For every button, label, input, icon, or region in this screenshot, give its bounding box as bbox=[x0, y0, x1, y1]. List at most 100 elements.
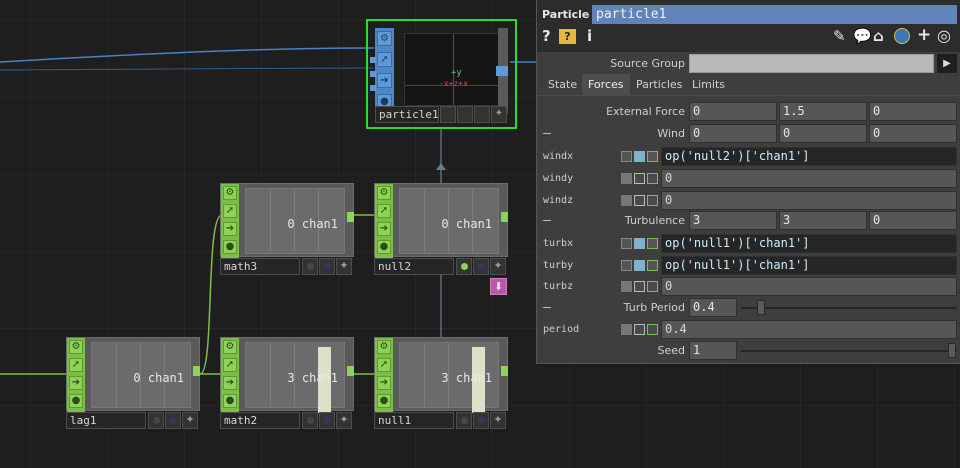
lock-icon[interactable]: ● bbox=[377, 240, 391, 254]
lock-icon[interactable]: ● bbox=[69, 394, 83, 408]
export-marker-icon[interactable] bbox=[621, 151, 632, 162]
pin-icon[interactable]: ➚ bbox=[377, 52, 392, 67]
output-connector[interactable] bbox=[193, 366, 200, 376]
export-marker-icon[interactable] bbox=[621, 195, 632, 206]
expression-mode-icon[interactable] bbox=[634, 260, 645, 271]
gear-icon[interactable]: ⚙ bbox=[377, 186, 391, 200]
seed-slider-knob[interactable] bbox=[948, 343, 956, 358]
seed-slider[interactable] bbox=[741, 350, 957, 352]
constant-mode-icon[interactable] bbox=[634, 281, 645, 292]
node-name[interactable]: particle1 bbox=[375, 106, 439, 123]
input-connector[interactable] bbox=[370, 85, 376, 91]
bind-mode-icon[interactable] bbox=[647, 260, 658, 271]
turbx-expression[interactable]: op('null1')['chan1'] bbox=[661, 234, 957, 253]
pin-icon[interactable]: ➚ bbox=[377, 358, 391, 372]
lock-flag[interactable] bbox=[319, 258, 335, 275]
bind-mode-icon[interactable] bbox=[647, 173, 658, 184]
null1-node[interactable]: ⚙ ➚ ➔ ● 3 chan1 null1 ✦ bbox=[374, 337, 508, 429]
turbulence-z[interactable]: 0 bbox=[869, 211, 957, 230]
bind-mode-icon[interactable] bbox=[647, 281, 658, 292]
info-icon[interactable]: i bbox=[587, 27, 592, 45]
export-marker-icon[interactable] bbox=[621, 324, 632, 335]
particle-node[interactable]: ⚙ ➚ ➔ ● +y -x+z+x particle1 ✦ bbox=[366, 19, 517, 129]
output-connector[interactable] bbox=[501, 366, 508, 376]
help-icon[interactable]: ? bbox=[542, 27, 551, 45]
input-connector[interactable] bbox=[370, 71, 376, 77]
chop-viewer[interactable]: 0 chan1 bbox=[91, 342, 191, 408]
collapse-icon[interactable] bbox=[543, 220, 551, 221]
constant-mode-icon[interactable] bbox=[634, 324, 645, 335]
collapse-icon[interactable] bbox=[543, 133, 551, 134]
arrow-icon[interactable]: ➔ bbox=[377, 73, 392, 88]
seed-field[interactable]: 1 bbox=[689, 341, 737, 360]
render-flag[interactable]: ✦ bbox=[491, 106, 507, 123]
gear-icon[interactable]: ⚙ bbox=[223, 340, 237, 354]
pin-icon[interactable]: ➚ bbox=[69, 358, 83, 372]
lock-icon[interactable]: ● bbox=[377, 394, 391, 408]
tab-state[interactable]: State bbox=[542, 74, 583, 95]
bypass-flag[interactable] bbox=[440, 106, 456, 123]
wind-x[interactable]: 0 bbox=[689, 124, 777, 143]
output-connector[interactable] bbox=[501, 212, 508, 222]
constant-mode-icon[interactable] bbox=[634, 195, 645, 206]
arrow-icon[interactable]: ➔ bbox=[223, 376, 237, 390]
lock-flag[interactable] bbox=[473, 412, 489, 429]
arrow-icon[interactable]: ➔ bbox=[377, 376, 391, 390]
lock-icon[interactable]: ● bbox=[223, 394, 237, 408]
viewer-flag[interactable]: ✦ bbox=[336, 258, 352, 275]
pin-icon[interactable]: ➚ bbox=[223, 358, 237, 372]
lock-icon[interactable]: ● bbox=[223, 240, 237, 254]
bypass-flag[interactable] bbox=[302, 258, 318, 275]
bind-mode-icon[interactable] bbox=[647, 195, 658, 206]
output-connector[interactable] bbox=[347, 366, 354, 376]
math2-node[interactable]: ⚙ ➚ ➔ ● 3 chan1 math2 ✦ bbox=[220, 337, 354, 429]
lag1-node[interactable]: ⚙ ➚ ➔ ● 0 chan1 lag1 ✦ bbox=[66, 337, 200, 429]
external-force-x[interactable]: 0 bbox=[689, 102, 777, 121]
windy-field[interactable]: 0 bbox=[661, 169, 957, 188]
play-icon[interactable]: ▶ bbox=[937, 54, 957, 73]
export-marker-icon[interactable] bbox=[621, 281, 632, 292]
gear-icon[interactable]: ⚙ bbox=[69, 340, 83, 354]
bind-mode-icon[interactable] bbox=[647, 324, 658, 335]
arrow-icon[interactable]: ➔ bbox=[69, 376, 83, 390]
windz-field[interactable]: 0 bbox=[661, 191, 957, 210]
input-connector[interactable] bbox=[370, 57, 376, 63]
lock-flag[interactable] bbox=[457, 106, 473, 123]
turbulence-x[interactable]: 3 bbox=[689, 211, 777, 230]
node-name[interactable]: lag1 bbox=[66, 412, 146, 429]
lock-flag[interactable] bbox=[165, 412, 181, 429]
gear-icon[interactable]: ⚙ bbox=[377, 340, 391, 354]
viewer-flag[interactable]: ✦ bbox=[336, 412, 352, 429]
lock-flag[interactable] bbox=[319, 412, 335, 429]
turbz-field[interactable]: 0 bbox=[661, 277, 957, 296]
collapse-icon[interactable] bbox=[543, 307, 551, 308]
gear-icon[interactable]: ⚙ bbox=[377, 31, 392, 46]
python-icon[interactable] bbox=[894, 28, 910, 44]
bypass-flag[interactable] bbox=[302, 412, 318, 429]
chop-viewer[interactable]: 0 chan1 bbox=[245, 188, 345, 254]
chop-viewer[interactable]: 3 chan1 bbox=[399, 342, 499, 413]
node-name[interactable]: null2 bbox=[374, 258, 454, 275]
lock-flag[interactable] bbox=[473, 258, 489, 275]
bind-mode-icon[interactable] bbox=[647, 238, 658, 249]
display-flag[interactable] bbox=[474, 106, 490, 123]
pin-icon[interactable]: ➚ bbox=[223, 204, 237, 218]
operator-name-field[interactable]: particle1 bbox=[592, 5, 957, 24]
python-help-icon[interactable]: ? bbox=[559, 29, 576, 44]
arrow-icon[interactable]: ➔ bbox=[377, 222, 391, 236]
bind-mode-icon[interactable] bbox=[647, 151, 658, 162]
bypass-flag[interactable] bbox=[456, 412, 472, 429]
comment-icon[interactable]: 💬 bbox=[853, 27, 872, 45]
math3-node[interactable]: ⚙ ➚ ➔ ● 0 chan1 math3 ✦ bbox=[220, 183, 354, 275]
chop-viewer[interactable]: 0 chan1 bbox=[399, 188, 499, 254]
tab-particles[interactable]: Particles bbox=[630, 74, 688, 95]
tab-limits[interactable]: Limits bbox=[686, 74, 731, 95]
wind-z[interactable]: 0 bbox=[869, 124, 957, 143]
target-icon[interactable]: ◎ bbox=[937, 26, 951, 45]
source-group-field[interactable] bbox=[689, 54, 934, 73]
bypass-flag[interactable] bbox=[456, 258, 472, 275]
expression-mode-icon[interactable] bbox=[634, 151, 645, 162]
viewer-flag[interactable]: ✦ bbox=[490, 412, 506, 429]
export-marker-icon[interactable] bbox=[621, 260, 632, 271]
expression-mode-icon[interactable] bbox=[634, 238, 645, 249]
